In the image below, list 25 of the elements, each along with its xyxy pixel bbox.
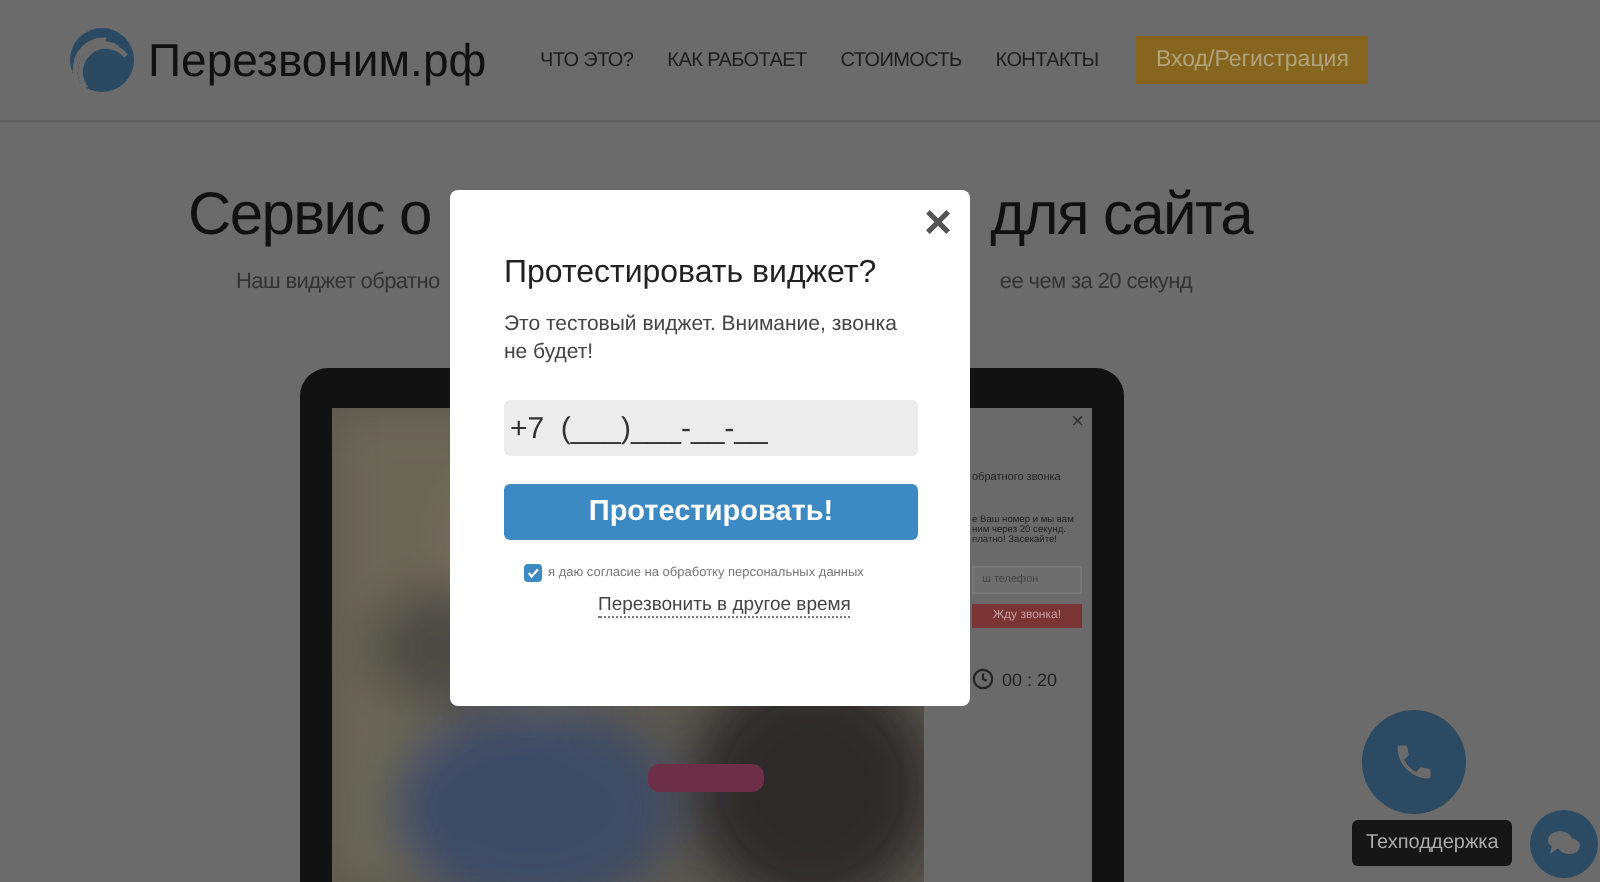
phone-field[interactable]: +7 (___)___-__-__ bbox=[504, 400, 918, 456]
consent-checkbox[interactable] bbox=[524, 564, 542, 582]
test-button[interactable]: Протестировать! bbox=[504, 484, 918, 540]
nav-link[interactable]: КАК РАБОТАЕТ bbox=[667, 49, 807, 71]
widget-close-icon[interactable]: × bbox=[1071, 410, 1084, 434]
hero-subtitle: Наш виджет обратно bbox=[236, 270, 440, 294]
phone-call-button[interactable] bbox=[1362, 710, 1466, 814]
chat-button[interactable] bbox=[1530, 810, 1598, 878]
widget-timer: 00 : 20 bbox=[1002, 669, 1058, 689]
hero-title: Сервис о bbox=[188, 182, 431, 250]
support-tooltip: Техподдержка bbox=[1352, 820, 1513, 866]
logo-text[interactable]: Перезвоним.рф bbox=[148, 33, 487, 87]
modal-text: Это тестовый виджет. Внимание, звонка не будет! bbox=[504, 310, 899, 366]
logo-icon bbox=[70, 28, 134, 92]
nav-link[interactable]: СТОИМОСТЬ bbox=[840, 49, 962, 71]
modal-title: Протестировать виджет? bbox=[504, 256, 877, 292]
hero-subtitle: ее чем за 20 секунд bbox=[999, 270, 1192, 294]
hero-title: для сайта bbox=[990, 182, 1252, 250]
chat-icon bbox=[1546, 828, 1582, 860]
nav-link[interactable]: ЧТО ЭТО? bbox=[540, 49, 634, 71]
clock-icon bbox=[972, 668, 994, 690]
nav-link[interactable]: КОНТАКТЫ bbox=[995, 49, 1099, 71]
callback-later-link[interactable]: Перезвонить в другое время bbox=[598, 594, 851, 618]
phone-icon bbox=[1392, 740, 1436, 784]
login-button[interactable]: Вход/Регистрация bbox=[1136, 36, 1369, 84]
